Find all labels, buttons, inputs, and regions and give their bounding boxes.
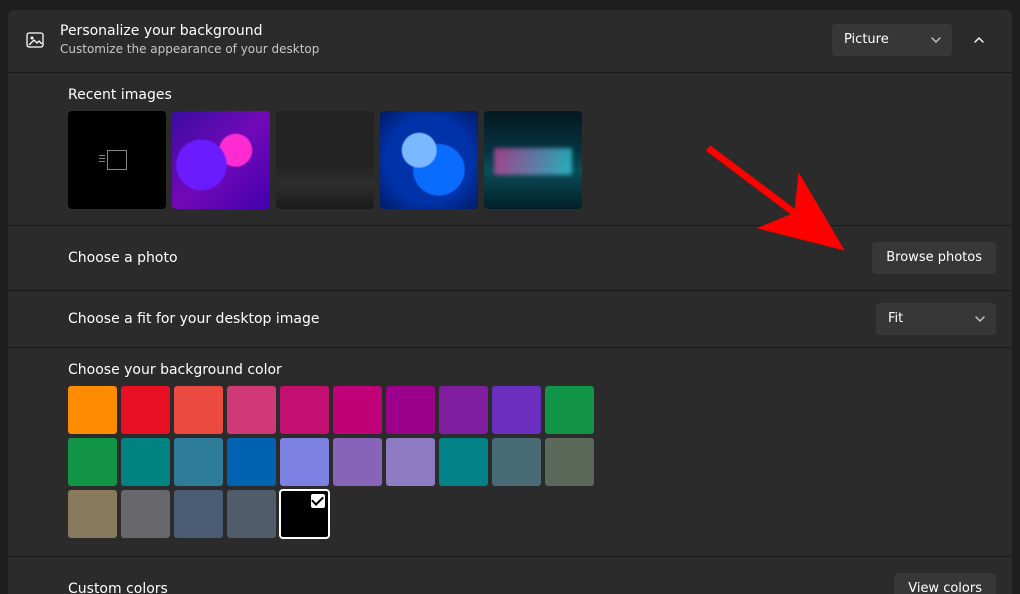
color-swatch[interactable] (174, 438, 223, 486)
color-swatch[interactable] (227, 438, 276, 486)
color-swatch[interactable] (333, 386, 382, 434)
color-swatch[interactable] (386, 386, 435, 434)
color-swatch[interactable] (227, 490, 276, 538)
recent-image-thumb[interactable] (276, 111, 374, 209)
recent-image-thumb[interactable] (484, 111, 582, 209)
recent-image-thumb[interactable] (68, 111, 166, 209)
custom-colors-row: Custom colors View colors (8, 556, 1012, 594)
header-subtitle: Customize the appearance of your desktop (60, 42, 832, 58)
color-swatch[interactable] (545, 438, 594, 486)
browse-photos-label: Browse photos (886, 250, 982, 265)
color-swatch[interactable] (68, 438, 117, 486)
color-swatch[interactable] (280, 386, 329, 434)
fit-value: Fit (888, 311, 903, 326)
color-swatch[interactable] (68, 386, 117, 434)
color-swatch[interactable] (227, 386, 276, 434)
chevron-down-icon (930, 34, 942, 46)
color-swatch[interactable] (333, 438, 382, 486)
recent-image-thumb[interactable] (172, 111, 270, 209)
color-block: Choose your background color (8, 347, 1012, 556)
fit-row: Choose a fit for your desktop image Fit (8, 290, 1012, 347)
color-label: Choose your background color (68, 362, 996, 378)
color-swatch-selected[interactable] (280, 490, 329, 538)
recent-image-thumb[interactable] (380, 111, 478, 209)
color-swatch[interactable] (492, 438, 541, 486)
color-swatch[interactable] (439, 386, 488, 434)
color-swatch[interactable] (174, 490, 223, 538)
color-swatch[interactable] (545, 386, 594, 434)
color-swatch[interactable] (68, 490, 117, 538)
choose-photo-label: Choose a photo (68, 250, 872, 266)
recent-images-label: Recent images (68, 87, 996, 103)
chevron-down-icon (974, 313, 986, 325)
background-type-value: Picture (844, 32, 889, 47)
view-colors-button[interactable]: View colors (894, 573, 996, 594)
background-type-select[interactable]: Picture (832, 24, 952, 56)
color-swatch[interactable] (386, 438, 435, 486)
fit-label: Choose a fit for your desktop image (68, 311, 876, 327)
fit-select[interactable]: Fit (876, 303, 996, 335)
collapse-button[interactable] (962, 23, 996, 57)
color-swatch[interactable] (439, 438, 488, 486)
header-title: Personalize your background (60, 22, 832, 40)
custom-colors-label: Custom colors (68, 581, 894, 594)
color-swatch[interactable] (121, 386, 170, 434)
chevron-up-icon (972, 33, 986, 47)
color-swatch[interactable] (121, 438, 170, 486)
color-swatch[interactable] (492, 386, 541, 434)
color-swatch[interactable] (280, 438, 329, 486)
browse-photos-button[interactable]: Browse photos (872, 242, 996, 274)
color-swatch-grid (68, 386, 608, 538)
color-swatch[interactable] (121, 490, 170, 538)
view-colors-label: View colors (908, 581, 982, 594)
image-icon (24, 29, 46, 51)
choose-photo-row: Choose a photo Browse photos (8, 225, 1012, 290)
color-swatch[interactable] (174, 386, 223, 434)
recent-images-block: Recent images (8, 72, 1012, 225)
background-header: Personalize your background Customize th… (8, 10, 1012, 72)
